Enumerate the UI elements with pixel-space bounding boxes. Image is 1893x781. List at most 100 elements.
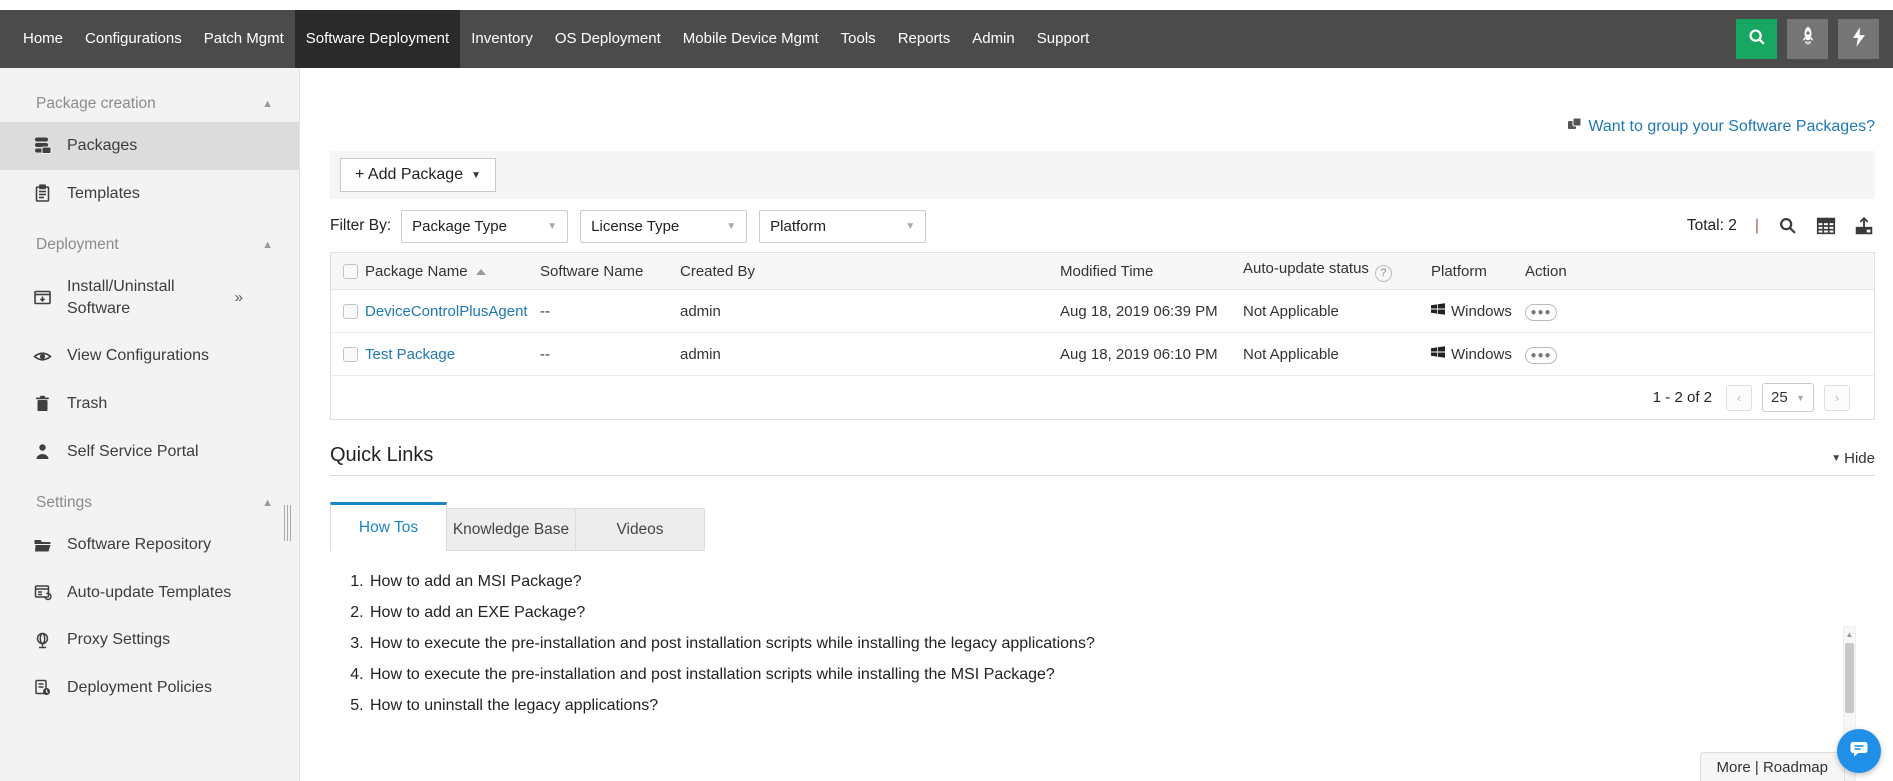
quick-links-section: Quick Links ▼ Hide How Tos Knowledge Bas… [330,444,1875,725]
nav-item-patch-mgmt[interactable]: Patch Mgmt [193,10,295,68]
sidebar-item-auto-update-templates[interactable]: Auto-update Templates [0,569,299,617]
chevron-down-icon: ▼ [547,221,557,232]
sidebar-item-trash[interactable]: Trash [0,380,299,428]
nav-item-mobile-device-mgmt[interactable]: Mobile Device Mgmt [672,10,830,68]
how-to-link[interactable]: How to execute the pre-installation and … [368,635,1835,666]
nav-item-software-deployment[interactable]: Software Deployment [295,10,460,68]
quick-actions-button[interactable] [1838,19,1879,59]
nav-item-os-deployment[interactable]: OS Deployment [544,10,672,68]
license-type-dropdown[interactable]: License Type ▼ [580,210,747,243]
sidebar-item-proxy-settings[interactable]: Proxy Settings [0,616,299,664]
previous-page-button[interactable]: ‹ [1726,385,1752,411]
table-search-icon[interactable] [1777,215,1799,237]
column-chooser-icon[interactable] [1815,215,1837,237]
how-to-link[interactable]: How to uninstall the legacy applications… [368,697,1835,725]
package-name-link[interactable]: Test Package [365,346,455,363]
sidebar-item-templates[interactable]: Templates [0,170,299,218]
nav-item-admin[interactable]: Admin [961,10,1026,68]
package-name-link[interactable]: DeviceControlPlusAgent [365,303,528,320]
chevron-up-icon: ▲ [262,497,273,509]
nav-item-support[interactable]: Support [1026,10,1101,68]
group-packages-label: Want to group your Software Packages? [1588,118,1875,136]
scrollbar-thumb[interactable] [1845,643,1854,713]
column-header-auto-update-status[interactable]: Auto-update status? [1243,260,1431,282]
column-header-modified-time[interactable]: Modified Time [1060,263,1243,280]
how-to-link[interactable]: How to add an EXE Package? [368,604,1835,635]
page-size-dropdown[interactable]: 25 ▼ [1762,383,1814,412]
footer-links: More | Roadmap [1700,752,1845,781]
sidebar-item-software-repository[interactable]: Software Repository [0,521,299,569]
platform-dropdown[interactable]: Platform ▼ [759,210,926,243]
platform-cell: Windows [1451,303,1512,320]
hide-quick-links-button[interactable]: ▼ Hide [1831,450,1875,467]
sidebar-item-view-configurations[interactable]: View Configurations [0,332,299,380]
column-header-package-name[interactable]: Package Name [365,263,540,280]
row-actions-button[interactable]: ●●● [1525,304,1557,321]
sidebar-item-label: Auto-update Templates [67,582,231,604]
sidebar-section-settings[interactable]: Settings ▲ [0,475,299,521]
chevron-down-icon: ▼ [905,221,915,232]
column-header-platform[interactable]: Platform [1431,263,1525,280]
chevron-down-icon: ▼ [1831,453,1841,464]
sidebar-item-packages[interactable]: Packages [0,122,299,170]
next-page-button[interactable]: › [1824,385,1850,411]
nav-item-reports[interactable]: Reports [887,10,962,68]
nav-item-tools[interactable]: Tools [830,10,887,68]
nav-item-inventory[interactable]: Inventory [460,10,544,68]
add-package-button[interactable]: + Add Package ▼ [340,158,496,192]
nav-item-home[interactable]: Home [12,10,74,68]
help-icon[interactable]: ? [1375,265,1392,282]
sidebar-resize-grip[interactable] [284,505,291,541]
more-link[interactable]: More [1717,759,1751,776]
toolbar: + Add Package ▼ [330,151,1875,199]
getting-started-button[interactable] [1787,19,1828,59]
how-to-link[interactable]: How to execute the pre-installation and … [368,666,1835,697]
chevron-up-icon: ▲ [262,98,273,110]
sidebar-item-install-uninstall-software[interactable]: Install/Uninstall Software » [0,263,265,332]
row-checkbox[interactable] [343,347,358,362]
tab-videos[interactable]: Videos [576,508,705,551]
total-count: Total: 2 [1687,217,1737,235]
nav-items: Home Configurations Patch Mgmt Software … [0,10,1736,68]
sidebar-section-package-creation[interactable]: Package creation ▲ [0,76,299,122]
row-actions-button[interactable]: ●●● [1525,347,1557,364]
column-header-created-by[interactable]: Created By [680,263,1060,280]
windows-icon [1431,302,1445,320]
sidebar-item-label: Trash [67,393,107,415]
tab-knowledge-base[interactable]: Knowledge Base [447,508,576,551]
separator: | [1755,217,1759,235]
add-package-label: + Add Package [355,166,463,184]
select-all-checkbox[interactable] [343,264,358,279]
sidebar-item-label: Install/Uninstall Software [67,276,220,319]
page-size-value: 25 [1771,389,1788,406]
nav-item-configurations[interactable]: Configurations [74,10,193,68]
pagination-bar: 1 - 2 of 2 ‹ 25 ▼ › [331,376,1874,419]
sidebar-item-deployment-policies[interactable]: Deployment Policies [0,664,299,712]
packages-icon [33,136,52,155]
trash-icon [33,394,52,413]
auto-update-icon [33,583,52,602]
column-header-software-name[interactable]: Software Name [540,263,680,280]
export-icon[interactable] [1853,215,1875,237]
quick-links-tabs: How Tos Knowledge Base Videos [330,502,1875,551]
templates-icon [33,184,52,203]
scroll-up-icon[interactable]: ▲ [1844,627,1855,641]
package-type-dropdown[interactable]: Package Type ▼ [401,210,568,243]
top-strip [0,0,1893,10]
sidebar-item-self-service-portal[interactable]: Self Service Portal [0,428,299,476]
group-packages-icon [1567,117,1582,137]
live-chat-button[interactable] [1837,729,1881,773]
sidebar-item-label: Software Repository [67,534,211,556]
search-button[interactable] [1736,19,1777,59]
tab-how-tos[interactable]: How Tos [330,502,447,551]
column-header-action: Action [1525,263,1874,280]
row-checkbox[interactable] [343,304,358,319]
how-to-link[interactable]: How to add an MSI Package? [368,573,1835,604]
section-title: Deployment [36,236,119,254]
created-by-cell: admin [680,346,1060,363]
nav-icon-group [1736,10,1893,68]
group-packages-link[interactable]: Want to group your Software Packages? [1567,117,1875,137]
install-icon [33,288,52,307]
sidebar-section-deployment[interactable]: Deployment ▲ [0,217,299,263]
roadmap-link[interactable]: Roadmap [1763,759,1828,776]
